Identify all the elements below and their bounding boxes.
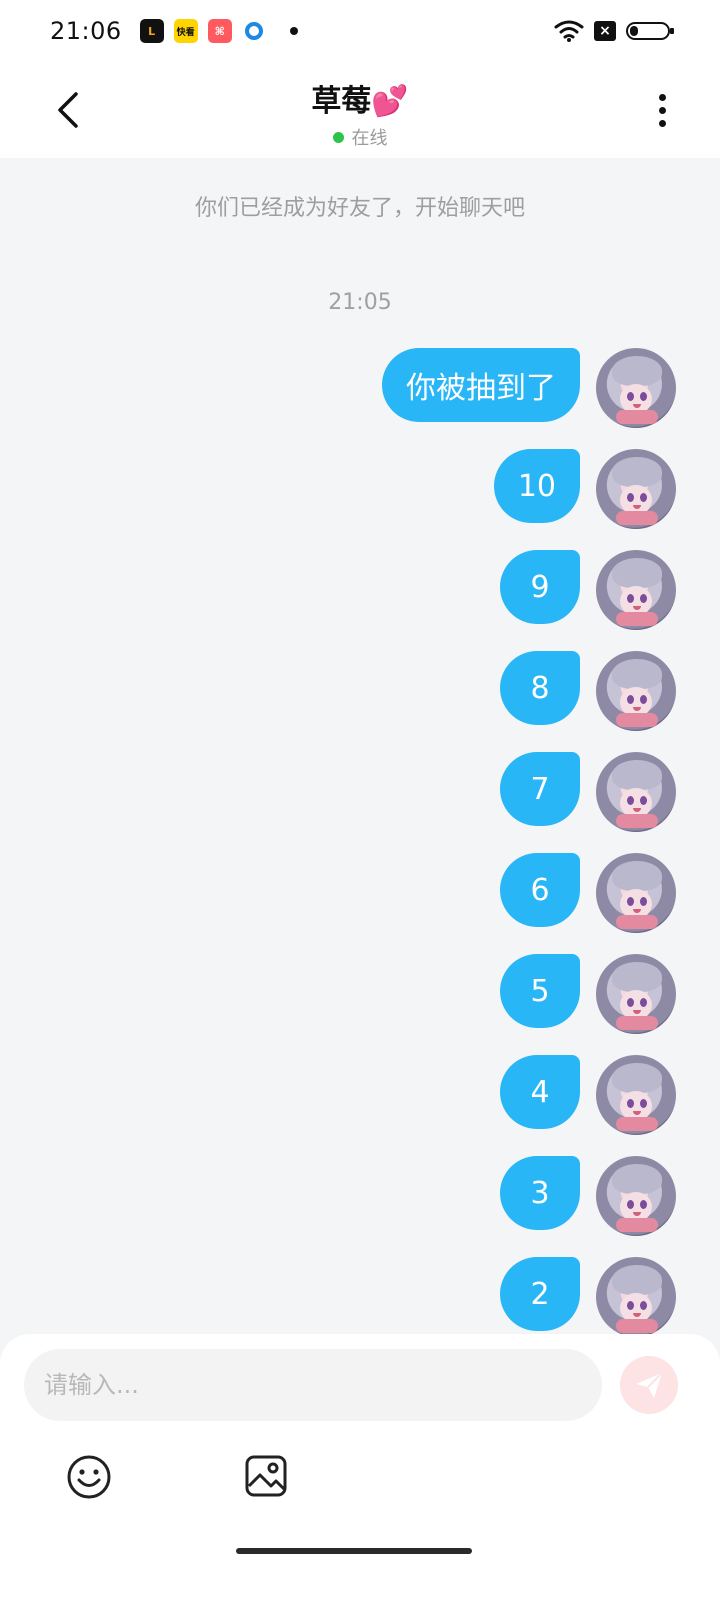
system-message: 你们已经成为好友了，开始聊天吧 [194,196,525,221]
message-bubble[interactable]: 10 [493,449,580,523]
user-avatar[interactable] [596,1156,676,1236]
message-bubble[interactable]: 2 [500,1257,580,1331]
home-indicator[interactable] [236,1548,472,1554]
emoji-button[interactable] [66,1454,112,1500]
more-options-button[interactable] [640,88,684,132]
online-status-label: 在线 [351,128,388,149]
user-avatar[interactable] [596,954,676,1034]
message-input[interactable] [24,1349,602,1421]
chat-header: 草莓💕 在线 [0,62,720,158]
wifi-icon [554,20,584,42]
user-avatar[interactable] [596,651,676,731]
app-orange-icon: L [139,19,164,43]
no-sim-icon: × [594,21,616,41]
image-picker-button[interactable] [244,1454,288,1498]
message-row: 2 [500,1257,676,1337]
user-avatar[interactable] [596,550,676,630]
message-bubble[interactable]: 4 [500,1055,580,1129]
user-avatar[interactable] [596,449,676,529]
user-avatar[interactable] [596,1257,676,1337]
contact-name: 草莓💕 [311,84,409,119]
message-timestamp: 21:05 [328,290,392,315]
message-row: 10 [493,449,676,529]
battery-low-icon [626,22,674,40]
send-paper-plane-icon [636,1372,663,1398]
status-time: 21:06 [50,17,122,45]
user-avatar[interactable] [596,853,676,933]
message-bubble[interactable]: 9 [500,550,580,624]
message-bubble[interactable]: 8 [500,651,580,725]
more-dot-icon [658,119,666,127]
message-row: 6 [500,853,676,933]
chat-title-block: 草莓💕 在线 [0,76,720,150]
user-avatar[interactable] [596,752,676,832]
emoji-smile-icon [67,1455,111,1499]
message-bubble[interactable]: 5 [500,954,580,1028]
message-row: 8 [500,651,676,731]
chat-message-list[interactable]: 你们已经成为好友了，开始聊天吧 21:05 你被抽到了 10 9 8 7 6 5… [0,158,720,1358]
status-notification-icons: L 快看 ⌘ [139,19,298,43]
message-row: 5 [500,954,676,1034]
message-row: 9 [500,550,676,630]
status-bar: 21:06 L 快看 ⌘ × [0,0,720,62]
user-avatar[interactable] [596,348,676,428]
more-dot-icon [658,106,666,114]
online-dot-icon [332,131,344,143]
image-picture-icon [245,1455,287,1497]
message-bubble[interactable]: 6 [500,853,580,927]
message-row: 7 [500,752,676,832]
more-dot-icon [658,93,666,101]
kuaishou-icon: ⌘ [207,19,232,43]
kuaikan-icon: 快看 [173,19,198,43]
blue-ring-icon [242,19,266,43]
message-row: 4 [500,1055,676,1135]
message-row: 3 [500,1156,676,1236]
message-bubble[interactable]: 3 [500,1156,580,1230]
message-row: 你被抽到了 [382,348,676,428]
user-avatar[interactable] [596,1055,676,1135]
online-status: 在线 [332,124,388,150]
composer-panel [0,1334,720,1600]
message-bubble[interactable]: 7 [500,752,580,826]
message-bubble[interactable]: 你被抽到了 [382,348,580,422]
more-notifications-dot-icon [289,27,298,35]
send-button[interactable] [620,1356,678,1414]
